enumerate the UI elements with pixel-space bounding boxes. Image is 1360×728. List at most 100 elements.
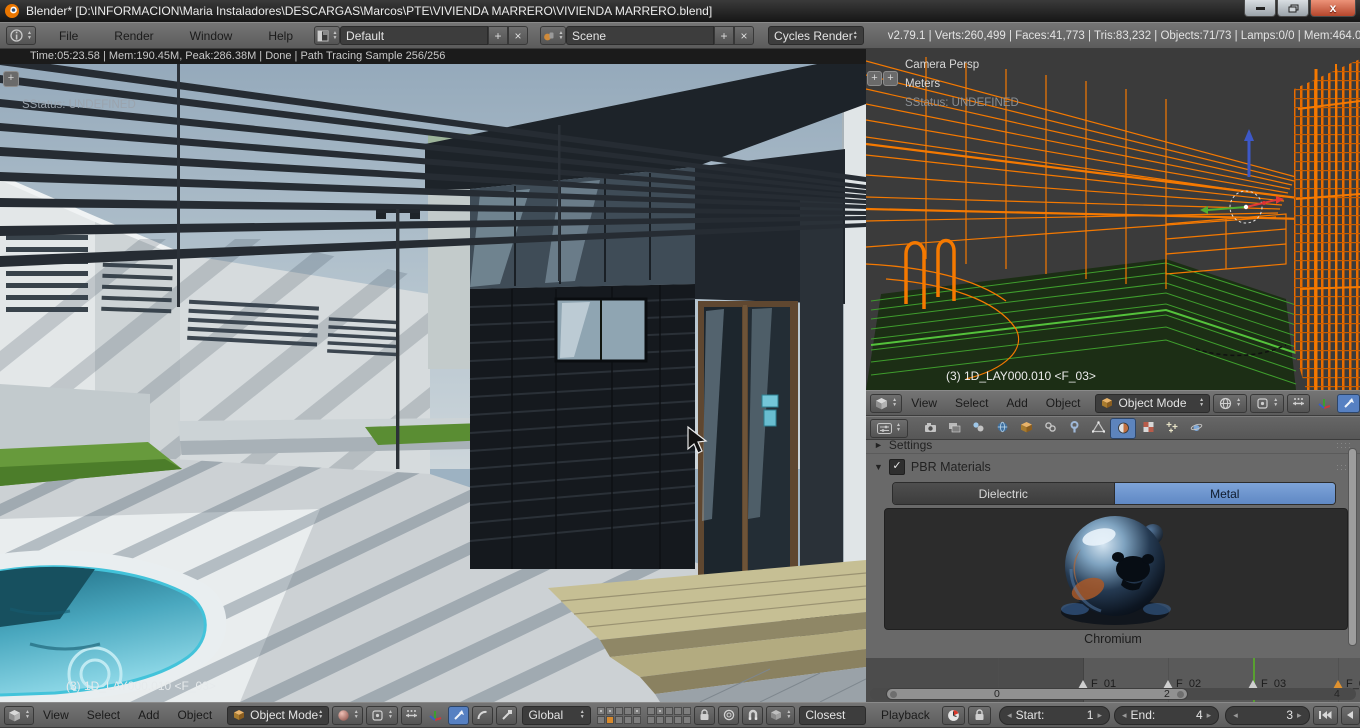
add-layout-button[interactable]: + [488,26,508,45]
object-tab[interactable] [1014,418,1038,437]
sstatus-overlay: SStatus: UNDEFINED [22,99,136,111]
view-layer-label: (3) 1D_LAY000.010 <F_03> [66,679,216,693]
modifiers-tab[interactable] [1062,418,1086,437]
translate-manipulator-button[interactable] [448,706,469,725]
lock-frame-button[interactable] [968,706,991,725]
proportional-edit-button[interactable] [718,706,739,725]
pivot-point-button[interactable]: ▲▼ [1250,394,1284,413]
material-preview-sphere [885,509,1345,627]
properties-header: ▲▼ [866,416,1360,440]
rotate-arc-icon [476,709,489,722]
menu-view[interactable]: View [902,396,946,410]
transform-orientation-select[interactable]: Global▲▼ [522,706,590,725]
render-viewport[interactable]: Time:05:23.58 | Mem:190.45M, Peak:286.38… [0,49,866,702]
properties-sliders-icon [877,423,892,434]
constraints-tab[interactable] [1038,418,1062,437]
scale-manipulator-button[interactable] [496,706,517,725]
pbr-materials-panel-header[interactable]: ▼ ✓ PBR Materials ········ [866,454,1360,480]
close-button[interactable]: x [1310,0,1356,17]
add-scene-button[interactable]: + [714,26,734,45]
axes-icon-button[interactable] [425,706,445,725]
restore-button[interactable] [1277,0,1309,17]
snap-element-button[interactable]: ▲▼ [766,706,795,725]
view-layer-label: (3) 1D_LAY000.010 <F_03> [946,369,1096,383]
menu-select[interactable]: Select [78,708,129,722]
object-data-tab[interactable] [1086,418,1110,437]
settings-panel-header[interactable]: ► Settings ········ [866,440,1360,454]
tab-metal[interactable]: Metal [1115,483,1336,504]
menu-add[interactable]: Add [997,396,1036,410]
material-tab[interactable] [1110,418,1136,439]
minimize-button[interactable] [1244,0,1276,17]
snap-cube-icon [770,709,782,721]
render-tab[interactable] [918,418,942,437]
manipulator-toggle-button[interactable] [401,706,422,725]
axes-icon-button[interactable] [1313,394,1334,413]
menu-file[interactable]: File [50,29,87,43]
editor-type-3dview-button[interactable]: ▲▼ [4,706,34,725]
scene-field[interactable]: Scene [566,26,714,45]
viewport-shading-button[interactable]: ▲▼ [332,706,363,725]
menu-window[interactable]: Window [181,29,242,43]
menu-add[interactable]: Add [129,708,168,722]
timeline-editor[interactable]: F_01 F_02 F_03 F_04 0 2 4 [866,658,1360,702]
menu-render[interactable]: Render [105,29,162,43]
mode-select[interactable]: Object Mode▲▼ [227,706,329,725]
scene-icon[interactable]: ▲▼ [540,26,566,45]
screen-layout-icon[interactable]: ▲▼ [314,26,340,45]
frame-number: 2 [1164,688,1170,700]
layers-widget-group1[interactable] [597,707,641,724]
editor-type-3dview-button[interactable]: ▲▼ [870,394,902,413]
timeline-scrollbar[interactable] [886,688,1188,700]
editor-type-info-button[interactable]: ▲▼ [6,26,36,45]
window-title: Blender* [D:\INFORMACION\Maria Instalado… [26,4,712,18]
close-layout-button[interactable]: × [508,26,528,45]
current-frame-field[interactable]: ◂3▸ [1225,706,1309,725]
menu-select[interactable]: Select [946,396,997,410]
scene-tab[interactable] [966,418,990,437]
properties-expand-tab[interactable]: + [883,71,898,86]
manipulator-toggle-button[interactable] [1287,394,1310,413]
render-engine-select[interactable]: Cycles Render▲▼ [768,26,864,45]
toolshelf-expand-tab[interactable]: + [867,71,882,86]
wire-view-header: ▲▼ View Select Add Object Object Mode▲▼ … [866,390,1360,416]
viewport-shading-button[interactable]: ▲▼ [1213,394,1247,413]
properties-panel: ► Settings ········ ▼ ✓ PBR Materials ··… [866,440,1360,658]
menu-help[interactable]: Help [259,29,302,43]
texture-tab[interactable] [1136,418,1160,437]
translate-manipulator-button[interactable] [1337,394,1360,413]
snap-toggle-button[interactable] [742,706,763,725]
menu-object[interactable]: Object [1037,396,1090,410]
pbr-enabled-checkbox[interactable]: ✓ [889,459,905,475]
editor-type-properties-button[interactable]: ▲▼ [870,419,908,438]
clock-icon [947,709,960,722]
mode-select[interactable]: Object Mode▲▼ [1095,394,1210,413]
move-widget-icon [1292,397,1305,410]
move-widget-icon [405,709,418,722]
rotate-manipulator-button[interactable] [472,706,493,725]
pivot-point-button[interactable]: ▲▼ [366,706,397,725]
render-layers-tab[interactable] [942,418,966,437]
toolshelf-expand-tab[interactable]: + [3,71,19,87]
close-scene-button[interactable]: × [734,26,754,45]
lock-to-scene-button[interactable] [694,706,715,725]
screen-layout-field[interactable]: Default [340,26,488,45]
menu-view[interactable]: View [34,708,78,722]
properties-scrollbar[interactable] [1348,448,1357,646]
prev-keyframe-button[interactable] [1341,706,1360,725]
sync-playback-button[interactable] [942,706,965,725]
jump-to-start-button[interactable] [1313,706,1338,725]
blender-app-icon [4,3,20,19]
menu-object[interactable]: Object [168,708,221,722]
end-frame-field[interactable]: ◂End: 4▸ [1114,706,1219,725]
layers-widget-group2[interactable] [647,707,691,724]
physics-tab[interactable] [1184,418,1208,437]
start-frame-field[interactable]: ◂Start: 1▸ [999,706,1110,725]
lock-icon [974,709,985,721]
wireframe-viewport[interactable]: + + Camera Persp Meters SStatus: UNDEFIN… [866,49,1360,390]
world-tab[interactable] [990,418,1014,437]
snap-target-select[interactable]: Closest [799,706,866,725]
particles-tab[interactable] [1160,418,1184,437]
tab-dielectric[interactable]: Dielectric [893,483,1115,504]
menu-playback[interactable]: Playback [872,708,939,722]
